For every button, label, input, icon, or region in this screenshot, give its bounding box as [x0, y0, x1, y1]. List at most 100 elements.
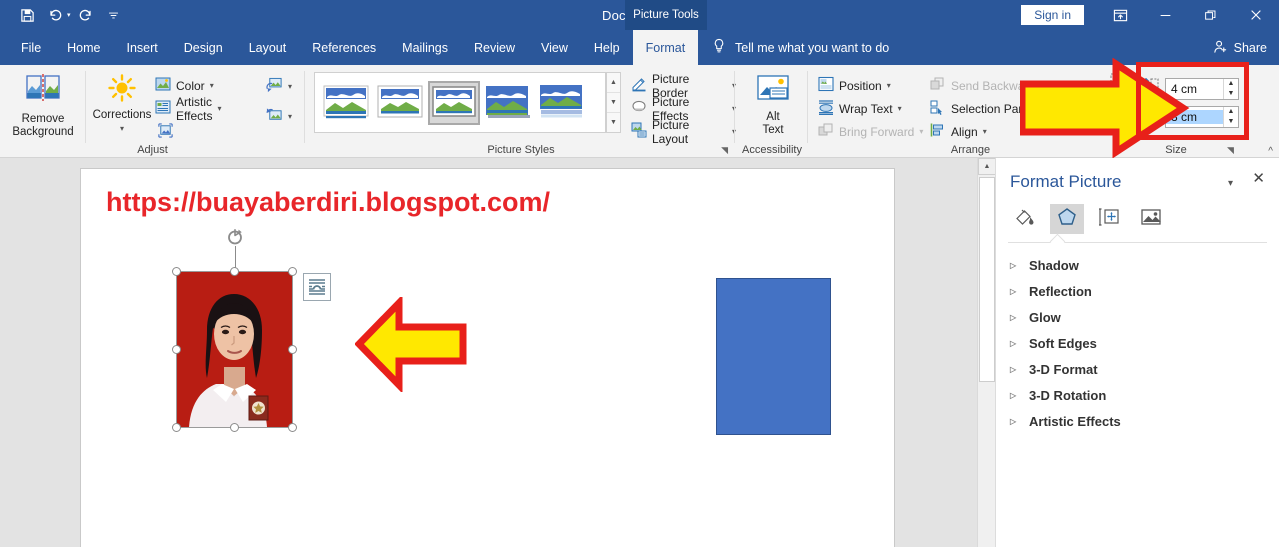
- pane-tab-effects[interactable]: [1050, 204, 1084, 234]
- picture-styles-gallery[interactable]: [314, 72, 606, 133]
- artistic-effects-button[interactable]: Artistic Effects ▾: [155, 95, 221, 123]
- align-button[interactable]: Align ▾: [930, 120, 1044, 143]
- gallery-more-icon[interactable]: ▼: [607, 113, 620, 132]
- pane-options-chevron-icon[interactable]: ▾: [1228, 178, 1233, 189]
- resize-handle-nw[interactable]: [172, 267, 181, 276]
- tab-mailings[interactable]: Mailings: [389, 30, 461, 65]
- corrections-button[interactable]: Corrections ▾: [92, 73, 152, 135]
- undo-dropdown-icon[interactable]: ▾: [67, 11, 71, 19]
- alt-text-button[interactable]: Alt Text: [748, 74, 798, 137]
- shape-height-input[interactable]: 4 cm ▲ ▼: [1165, 77, 1239, 100]
- wrap-text-button[interactable]: Wrap Text ▾: [818, 97, 923, 120]
- resize-handle-ne[interactable]: [288, 267, 297, 276]
- gallery-scroll-down-icon[interactable]: ▼: [607, 93, 620, 113]
- tab-review[interactable]: Review: [461, 30, 528, 65]
- save-icon[interactable]: [14, 2, 40, 28]
- undo-icon[interactable]: [42, 2, 68, 28]
- change-picture-button[interactable]: ▾: [266, 105, 292, 128]
- resize-handle-se[interactable]: [288, 423, 297, 432]
- tab-view[interactable]: View: [528, 30, 581, 65]
- shape-width-input[interactable]: 3 cm ▲ ▼: [1165, 105, 1239, 128]
- bring-forward-dropdown-icon[interactable]: ▾: [919, 127, 923, 136]
- tab-design[interactable]: Design: [171, 30, 236, 65]
- scrollbar-thumb[interactable]: [979, 177, 995, 382]
- align-dropdown-icon[interactable]: ▾: [983, 127, 987, 136]
- position-button[interactable]: Position ▾: [818, 74, 923, 97]
- picture-style-thumb[interactable]: [538, 83, 586, 123]
- tell-me-label: Tell me what you want to do: [735, 40, 890, 55]
- restore-icon[interactable]: [1188, 0, 1233, 30]
- shape-width-stepper[interactable]: ▲ ▼: [1223, 106, 1238, 127]
- pane-section-3d-format[interactable]: ▷ 3-D Format: [1010, 356, 1266, 382]
- align-label: Align: [951, 124, 978, 139]
- bring-forward-button[interactable]: Bring Forward ▾: [818, 120, 923, 143]
- crop-dropdown-icon[interactable]: ▾: [1122, 122, 1126, 135]
- picture-layout-button[interactable]: Picture Layout ▾: [631, 118, 736, 146]
- document-vertical-scrollbar[interactable]: ▲: [977, 158, 996, 547]
- size-dialog-launcher-icon[interactable]: ◥: [1227, 145, 1234, 156]
- pane-section-glow[interactable]: ▷ Glow: [1010, 304, 1266, 330]
- change-picture-dropdown-icon[interactable]: ▾: [288, 112, 292, 121]
- pane-section-soft-edges[interactable]: ▷ Soft Edges: [1010, 330, 1266, 356]
- resize-handle-n[interactable]: [230, 267, 239, 276]
- tell-me-search[interactable]: Tell me what you want to do: [712, 30, 889, 65]
- pane-section-3d-rotation[interactable]: ▷ 3-D Rotation: [1010, 382, 1266, 408]
- picture-style-thumb[interactable]: [484, 83, 532, 123]
- picture-style-thumb[interactable]: [322, 83, 370, 123]
- ribbon-display-options-icon[interactable]: [1098, 0, 1143, 30]
- remove-background-button[interactable]: Remove Background: [10, 73, 76, 139]
- rotate-handle[interactable]: [226, 228, 244, 246]
- redo-icon[interactable]: [73, 2, 99, 28]
- tab-format[interactable]: Format: [632, 30, 699, 65]
- tab-insert[interactable]: Insert: [114, 30, 171, 65]
- group-label-accessibility: Accessibility: [742, 144, 802, 156]
- resize-handle-e[interactable]: [288, 345, 297, 354]
- share-person-icon: [1213, 39, 1228, 57]
- rotate-button[interactable]: [1040, 77, 1062, 102]
- gallery-scroll-up-icon[interactable]: ▲: [607, 73, 620, 93]
- artistic-effects-dropdown-icon[interactable]: ▾: [217, 104, 221, 113]
- close-icon[interactable]: [1233, 0, 1279, 30]
- pane-section-reflection[interactable]: ▷ Reflection: [1010, 278, 1266, 304]
- pane-tab-fill-line[interactable]: [1008, 204, 1042, 234]
- pane-section-artistic-effects[interactable]: ▷ Artistic Effects: [1010, 408, 1266, 434]
- blue-rectangle-shape[interactable]: [716, 278, 831, 435]
- tab-layout[interactable]: Layout: [236, 30, 300, 65]
- compress-pictures-dropdown-icon[interactable]: ▾: [288, 82, 292, 91]
- picture-border-icon: [631, 76, 647, 95]
- tab-references[interactable]: References: [299, 30, 389, 65]
- position-dropdown-icon[interactable]: ▾: [887, 81, 891, 90]
- picture-styles-gallery-scroll[interactable]: ▲ ▼ ▼: [606, 72, 621, 133]
- pane-close-icon[interactable]: ✕: [1252, 171, 1265, 186]
- tab-home[interactable]: Home: [54, 30, 113, 65]
- sign-in-button[interactable]: Sign in: [1021, 5, 1084, 25]
- minimize-icon[interactable]: [1143, 0, 1188, 30]
- picture-styles-dialog-launcher-icon[interactable]: ◥: [721, 145, 728, 156]
- selected-picture[interactable]: [172, 229, 297, 432]
- picture-style-thumb-selected[interactable]: [428, 80, 480, 125]
- corrections-dropdown-icon[interactable]: ▾: [120, 122, 124, 135]
- customize-qat-icon[interactable]: [101, 2, 127, 28]
- resize-handle-s[interactable]: [230, 423, 239, 432]
- pane-section-shadow[interactable]: ▷ Shadow: [1010, 252, 1266, 278]
- wrap-text-dropdown-icon[interactable]: ▾: [898, 104, 902, 113]
- pane-tab-picture[interactable]: [1134, 204, 1168, 234]
- tab-help[interactable]: Help: [581, 30, 633, 65]
- crop-button[interactable]: Crop ▾: [1102, 73, 1146, 135]
- selection-pane-button[interactable]: Selection Pane: [930, 97, 1044, 120]
- document-page[interactable]: https://buayaberdiri.blogspot.com/: [80, 168, 895, 547]
- picture-style-thumb[interactable]: [376, 83, 424, 123]
- pane-tab-layout-properties[interactable]: [1092, 204, 1126, 234]
- share-button[interactable]: Share: [1213, 30, 1267, 65]
- color-dropdown-icon[interactable]: ▾: [210, 81, 214, 90]
- send-backward-button[interactable]: Send Backward ▾: [930, 74, 1044, 97]
- layout-options-button[interactable]: [303, 273, 331, 301]
- resize-handle-sw[interactable]: [172, 423, 181, 432]
- collapse-ribbon-icon[interactable]: ^: [1268, 146, 1273, 157]
- shape-height-stepper[interactable]: ▲ ▼: [1223, 78, 1238, 99]
- transparency-button[interactable]: [155, 120, 221, 143]
- compress-pictures-button[interactable]: ▾: [266, 75, 292, 98]
- scroll-up-icon[interactable]: ▲: [978, 158, 996, 175]
- resize-handle-w[interactable]: [172, 345, 181, 354]
- tab-file[interactable]: File: [8, 30, 54, 65]
